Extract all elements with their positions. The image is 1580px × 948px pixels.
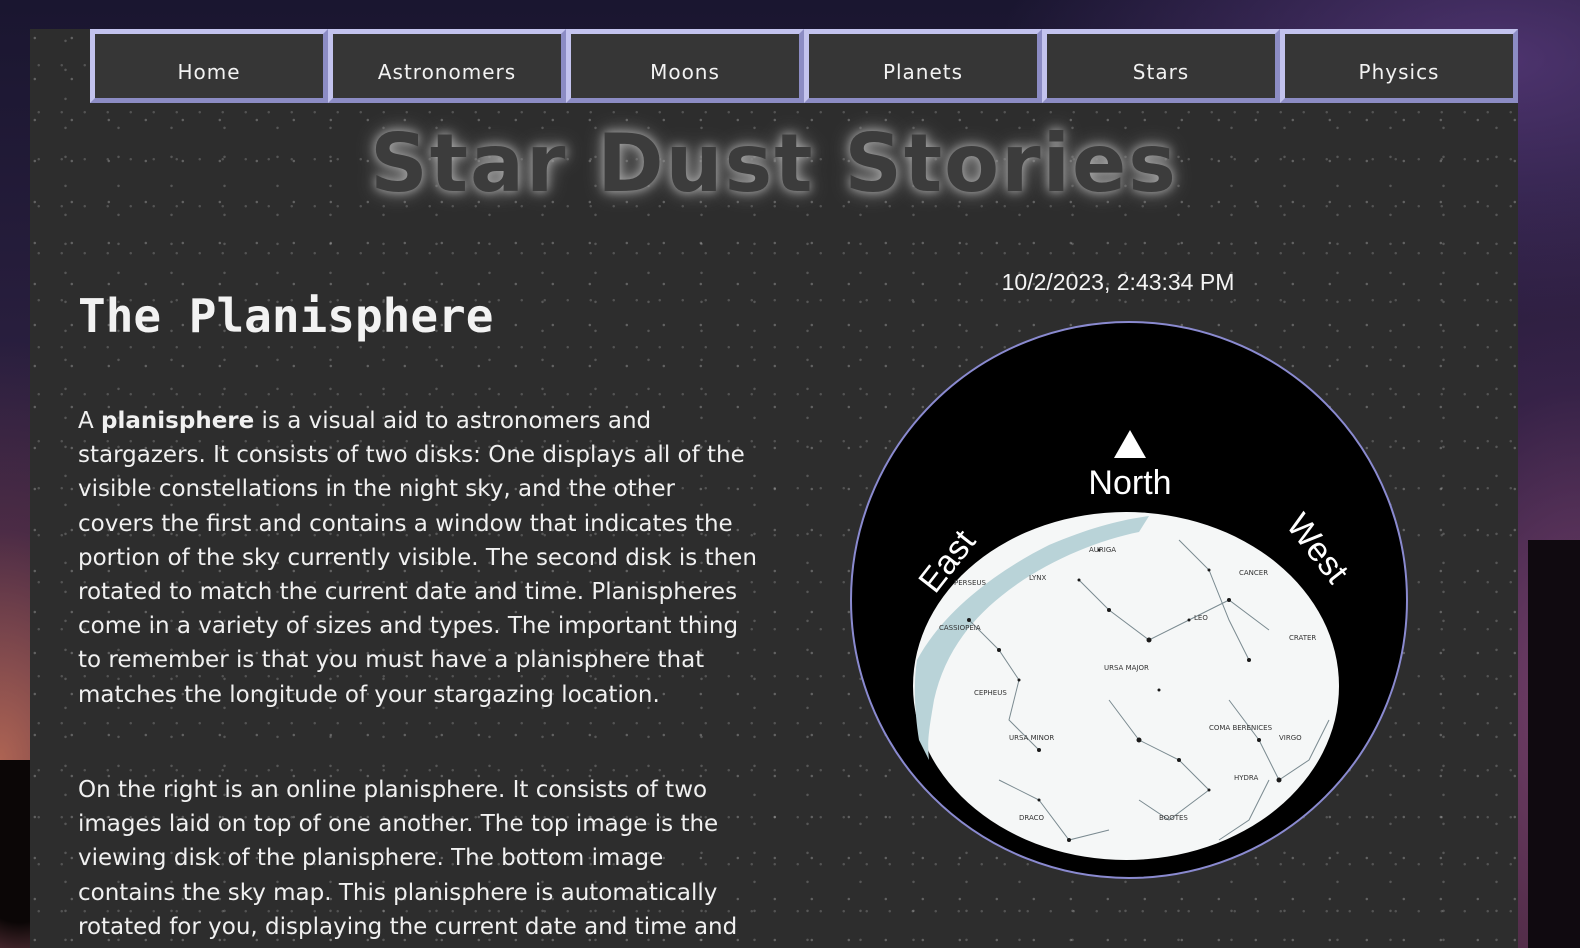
nav-physics[interactable]: Physics	[1280, 29, 1518, 103]
article: The Planisphere A planisphere is a visua…	[78, 289, 758, 940]
label-coma-berenices: COMA BERENICES	[1209, 724, 1273, 732]
intro-paragraph: A planisphere is a visual aid to astrono…	[78, 404, 758, 712]
nav-planets[interactable]: Planets	[804, 29, 1042, 103]
north-label: North	[1088, 464, 1171, 502]
label-hydra: HYDRA	[1234, 774, 1259, 782]
nav-astronomers[interactable]: Astronomers	[328, 29, 566, 103]
sky-map	[913, 512, 1339, 860]
label-cancer: CANCER	[1239, 569, 1268, 577]
main-nav: Home Astronomers Moons Planets Stars Phy…	[90, 29, 1518, 103]
page-title: The Planisphere	[78, 289, 494, 343]
label-cepheus: CEPHEUS	[974, 689, 1007, 697]
intro-lead: A	[78, 408, 102, 434]
datetime-display: 10/2/2023, 2:43:34 PM	[1001, 269, 1235, 295]
online-planisphere-paragraph: On the right is an online planisphere. I…	[78, 777, 738, 940]
intro-body: is a visual aid to astronomers and starg…	[78, 408, 757, 708]
label-auriga: AURIGA	[1089, 546, 1116, 554]
site-title: Star Dust Stories	[370, 117, 1178, 210]
background-tree-right	[1528, 540, 1580, 948]
label-virgo: VIRGO	[1279, 734, 1302, 742]
label-cassiopeia: CASSIOPEIA	[939, 624, 981, 632]
planisphere-widget: PERSEUS LYNX AURIGA CASSIOPEIA CEPHEUS U…	[850, 321, 1408, 879]
label-leo: LEO	[1194, 614, 1208, 622]
label-bootes: BOOTES	[1159, 814, 1188, 822]
label-draco: DRACO	[1019, 814, 1045, 822]
label-ursa-major: URSA MAJOR	[1104, 664, 1149, 672]
nav-stars[interactable]: Stars	[1042, 29, 1280, 103]
nav-moons[interactable]: Moons	[566, 29, 804, 103]
background-tree-left	[0, 760, 34, 948]
label-lynx: LYNX	[1029, 574, 1046, 582]
nav-home[interactable]: Home	[90, 29, 328, 103]
planisphere-term: planisphere	[101, 408, 255, 434]
label-ursa-minor: URSA MINOR	[1009, 734, 1054, 742]
label-perseus: PERSEUS	[954, 579, 986, 587]
page-container: Home Astronomers Moons Planets Stars Phy…	[30, 29, 1518, 948]
label-crater: CRATER	[1289, 634, 1316, 642]
